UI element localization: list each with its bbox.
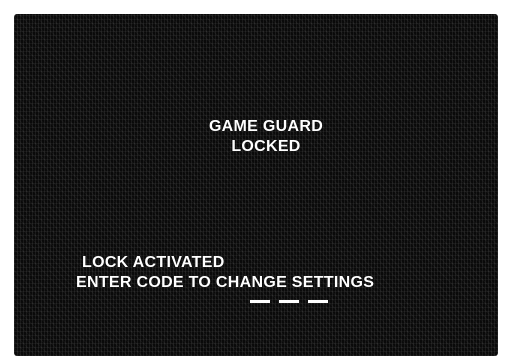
code-digit-slot-3[interactable] (308, 300, 328, 303)
lock-status: LOCKED (231, 138, 301, 155)
code-digit-slot-2[interactable] (279, 300, 299, 303)
lock-activated-message: LOCK ACTIVATED (82, 254, 225, 271)
screen-title: GAME GUARD (208, 118, 324, 135)
code-entry-field[interactable] (250, 300, 328, 303)
game-guard-screen: GAME GUARD LOCKED LOCK ACTIVATED ENTER C… (14, 14, 498, 356)
enter-code-instruction: ENTER CODE TO CHANGE SETTINGS (76, 274, 375, 291)
tv-frame: GAME GUARD LOCKED LOCK ACTIVATED ENTER C… (0, 0, 508, 363)
code-digit-slot-1[interactable] (250, 300, 270, 303)
